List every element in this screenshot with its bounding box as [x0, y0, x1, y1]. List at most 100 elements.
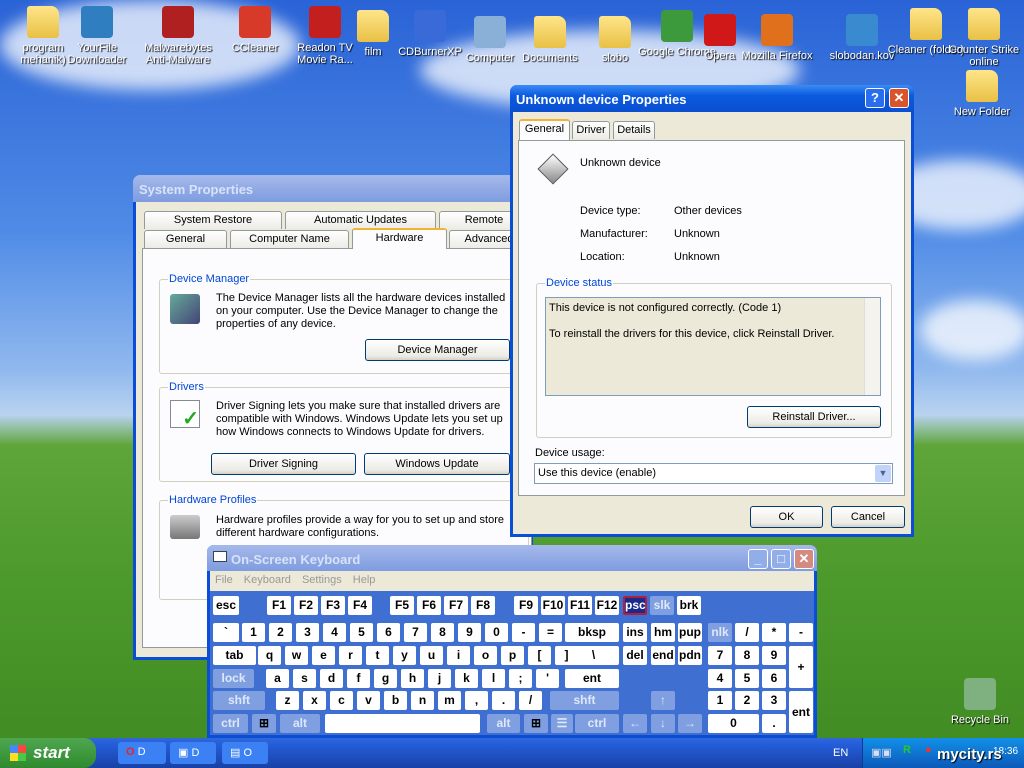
tab-driver[interactable]: Driver — [572, 121, 610, 139]
key[interactable]: brk — [677, 596, 701, 615]
key[interactable]: ← — [623, 714, 647, 733]
key[interactable]: m — [438, 691, 461, 710]
menu-keyboard[interactable]: Keyboard — [244, 574, 291, 586]
ok-button[interactable]: OK — [750, 506, 823, 528]
key[interactable]: 8 — [735, 646, 759, 665]
tray-app-icon[interactable]: R — [903, 744, 911, 756]
tab-general[interactable]: General — [144, 230, 227, 248]
key[interactable]: q — [258, 646, 281, 665]
key[interactable]: - — [789, 623, 813, 642]
key[interactable]: slk — [650, 596, 674, 615]
key[interactable]: 9 — [458, 623, 481, 642]
chevron-down-icon[interactable]: ▼ — [875, 465, 891, 482]
key[interactable]: / — [735, 623, 759, 642]
key[interactable]: 1 — [708, 691, 732, 710]
key[interactable]: u — [420, 646, 443, 665]
menu-settings[interactable]: Settings — [302, 574, 342, 586]
key[interactable]: ; — [509, 669, 532, 688]
key[interactable]: F7 — [444, 596, 468, 615]
menu-help[interactable]: Help — [353, 574, 376, 586]
key[interactable]: ' — [536, 669, 559, 688]
key[interactable]: j — [428, 669, 451, 688]
key[interactable]: - — [512, 623, 535, 642]
tab-system-restore[interactable]: System Restore — [144, 211, 282, 229]
windows-update-button[interactable]: Windows Update — [364, 453, 510, 475]
tab-computer-name[interactable]: Computer Name — [230, 230, 349, 248]
key[interactable]: * — [762, 623, 786, 642]
key[interactable]: 1 — [242, 623, 265, 642]
key[interactable]: k — [455, 669, 478, 688]
tab-general[interactable]: General — [519, 119, 570, 140]
desktop-icon[interactable]: Recycle Bin — [940, 678, 1020, 726]
key[interactable]: f — [347, 669, 370, 688]
key[interactable]: ent — [789, 691, 813, 733]
key[interactable]: 2 — [269, 623, 292, 642]
key[interactable]: del — [623, 646, 647, 665]
key[interactable] — [325, 714, 480, 733]
key[interactable]: y — [393, 646, 416, 665]
title-bar[interactable]: On-Screen Keyboard — [207, 545, 817, 571]
key[interactable]: / — [519, 691, 542, 710]
desktop-icon[interactable]: Mozilla Firefox — [737, 14, 817, 62]
key[interactable]: pup — [678, 623, 702, 642]
key[interactable]: e — [312, 646, 335, 665]
key[interactable]: ☰ — [551, 714, 573, 733]
key[interactable]: → — [678, 714, 702, 733]
tab-hardware[interactable]: Hardware — [352, 228, 447, 249]
desktop-icon[interactable]: New Folder — [942, 70, 1022, 118]
key[interactable]: shft — [550, 691, 619, 710]
antivirus-icon[interactable]: ● — [925, 744, 932, 756]
key[interactable]: b — [384, 691, 407, 710]
key[interactable]: F9 — [514, 596, 538, 615]
key[interactable]: h — [401, 669, 424, 688]
key[interactable]: F4 — [348, 596, 372, 615]
key[interactable]: hm — [651, 623, 675, 642]
key[interactable]: psc — [623, 596, 647, 615]
key[interactable]: end — [651, 646, 675, 665]
key[interactable]: 4 — [708, 669, 732, 688]
desktop-icon[interactable]: YourFile Downloader — [57, 6, 137, 66]
key[interactable]: 7 — [404, 623, 427, 642]
key[interactable]: 5 — [350, 623, 373, 642]
key[interactable]: 3 — [296, 623, 319, 642]
key[interactable]: F3 — [321, 596, 345, 615]
minimize-button[interactable]: _ — [748, 549, 768, 569]
device-usage-select[interactable]: Use this device (enable) ▼ — [534, 463, 893, 484]
desktop-icon[interactable]: Malwarebytes Anti-Malware — [138, 6, 218, 66]
key[interactable]: x — [303, 691, 326, 710]
key[interactable]: bksp — [565, 623, 619, 642]
key[interactable]: F2 — [294, 596, 318, 615]
key[interactable]: g — [374, 669, 397, 688]
key[interactable]: alt — [280, 714, 320, 733]
key[interactable]: F8 — [471, 596, 495, 615]
scrollbar[interactable] — [864, 298, 880, 395]
key[interactable]: 9 — [762, 646, 786, 665]
taskbar-button-keyboard[interactable]: ▤ O — [222, 742, 268, 764]
menu-file[interactable]: File — [215, 574, 233, 586]
help-button[interactable]: ? — [865, 88, 885, 108]
key[interactable]: . — [762, 714, 786, 733]
key[interactable]: F12 — [595, 596, 619, 615]
key[interactable]: ⊞ — [252, 714, 276, 733]
key[interactable]: shft — [213, 691, 265, 710]
key[interactable]: [ — [528, 646, 551, 665]
key[interactable]: esc — [213, 596, 239, 615]
key[interactable]: ent — [565, 669, 619, 688]
key[interactable]: ctrl — [575, 714, 619, 733]
key[interactable]: ins — [623, 623, 647, 642]
key[interactable]: 0 — [485, 623, 508, 642]
key[interactable]: a — [266, 669, 289, 688]
close-button[interactable]: ✕ — [889, 88, 909, 108]
cancel-button[interactable]: Cancel — [831, 506, 905, 528]
key[interactable]: ctrl — [213, 714, 248, 733]
key[interactable]: p — [501, 646, 524, 665]
tab-details[interactable]: Details — [613, 121, 655, 139]
device-status-text[interactable]: This device is not configured correctly.… — [545, 297, 881, 396]
key[interactable]: F10 — [541, 596, 565, 615]
key[interactable]: 0 — [708, 714, 759, 733]
key[interactable]: ⊞ — [524, 714, 548, 733]
key[interactable]: = — [539, 623, 562, 642]
desktop-icon[interactable]: Counter Strike online — [944, 8, 1024, 68]
key[interactable]: t — [366, 646, 389, 665]
key[interactable]: n — [411, 691, 434, 710]
